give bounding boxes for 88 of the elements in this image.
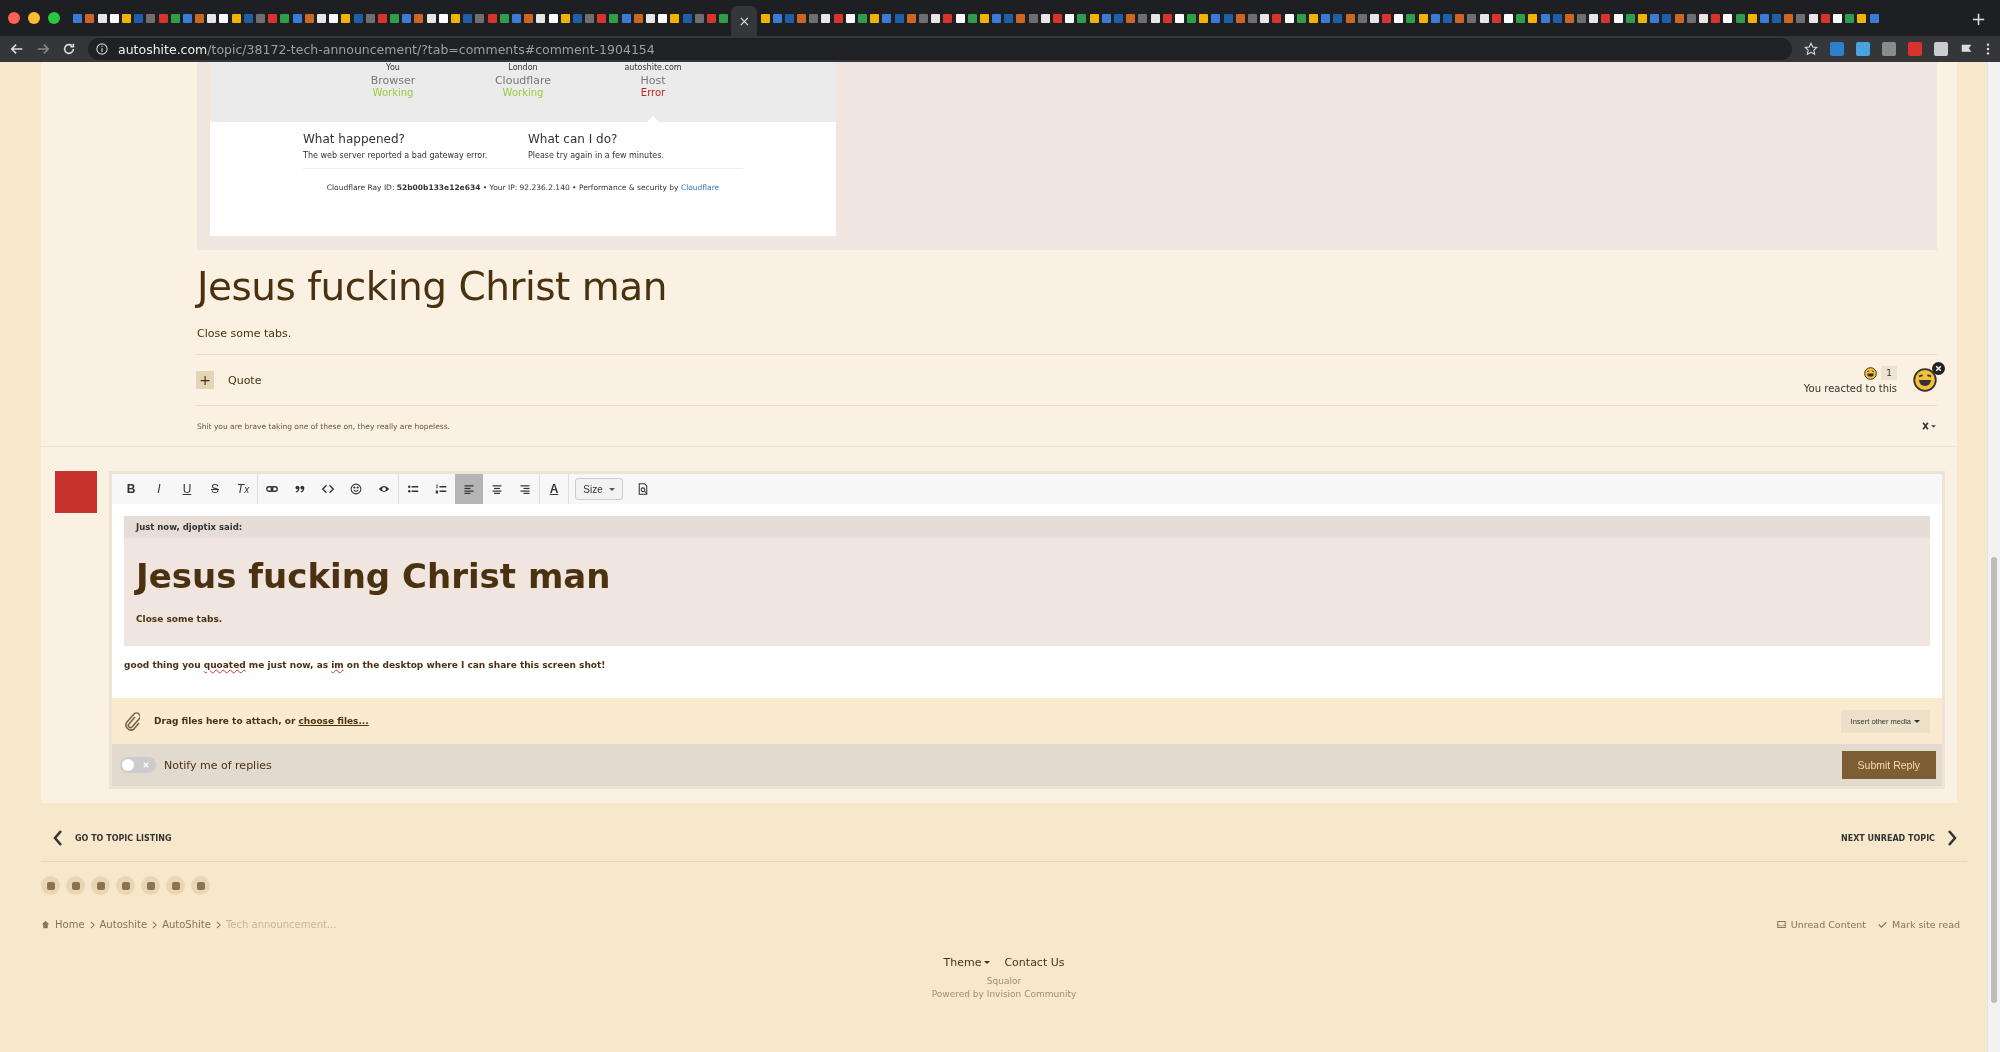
eye-icon (378, 483, 390, 495)
emoji-icon (350, 483, 362, 495)
color-button[interactable]: A (540, 474, 568, 504)
notify-toggle[interactable] (120, 757, 156, 773)
new-tab-button[interactable]: + (1964, 7, 1992, 29)
checkmark-icon (1877, 920, 1887, 929)
go-to-topic-listing-link[interactable]: GO TO TOPIC LISTING (53, 829, 172, 847)
info-icon[interactable] (96, 43, 108, 55)
remove-reaction-icon[interactable] (1932, 362, 1945, 375)
unread-content-link[interactable]: Unread Content (1790, 919, 1866, 930)
node-location: London (508, 63, 538, 72)
minimize-window-icon[interactable] (28, 12, 40, 24)
caret-icon (1914, 719, 1920, 723)
node-location: You (386, 63, 400, 72)
node-location: autoshite.com (624, 63, 682, 72)
align-left-icon (463, 483, 475, 495)
forward-arrow-icon[interactable] (36, 42, 50, 56)
laughing-emoji-icon (1864, 366, 1878, 380)
reply-text[interactable]: good thing you quoated me just now, as im on the desktop where I can share this screen shot! (124, 660, 1930, 670)
italic-button[interactable]: I (145, 474, 173, 504)
post-heading: Jesus fucking Christ man (197, 264, 668, 309)
quote-button[interactable]: + Quote (196, 371, 262, 389)
section-heading: What happened? (303, 132, 406, 146)
close-dropdown-icon[interactable] (1922, 422, 1937, 430)
breadcrumb-link[interactable]: Home (55, 919, 85, 930)
menu-icon[interactable] (1986, 42, 1990, 56)
node-name: Host (640, 74, 666, 87)
breadcrumb-link[interactable]: Autoshite (99, 919, 148, 930)
active-tab[interactable]: × (731, 6, 758, 36)
quote-icon (294, 483, 306, 495)
powered-by-text: Powered by Invision Community (931, 989, 1077, 999)
node-status: Working (502, 87, 544, 98)
align-left-button[interactable] (455, 474, 483, 504)
node-status: Error (640, 87, 666, 98)
chevron-icon (89, 920, 95, 929)
quote-text: Close some tabs. (135, 613, 224, 626)
quote-header: Just now, djoptix said: (124, 516, 1930, 538)
bold-button[interactable]: B (117, 474, 145, 504)
quote-heading: Jesus fucking Christ man (133, 555, 612, 596)
contact-us-link[interactable]: Contact Us (1004, 956, 1065, 969)
code-icon (322, 483, 334, 495)
chevron-left-icon (53, 829, 63, 847)
next-unread-topic-link[interactable]: NEXT UNREAD TOPIC (1841, 829, 1957, 847)
inbox-icon (1776, 920, 1786, 929)
close-icon (143, 762, 149, 768)
reaction-note: You reacted to this (1803, 383, 1897, 394)
chevron-icon (152, 920, 158, 929)
tab-close-button[interactable]: × (738, 13, 751, 29)
caret-icon (608, 487, 615, 491)
back-arrow-icon[interactable] (10, 42, 24, 56)
section-text: The web server reported a bad gateway error. (303, 151, 489, 160)
attach-hint: Drag files here to attach, or choose files... (154, 716, 370, 726)
bookmark-star-icon[interactable] (1804, 42, 1818, 56)
bullets-icon (407, 483, 419, 495)
caret-icon (984, 961, 991, 964)
node-status: Working (372, 87, 414, 98)
breadcrumb-link[interactable]: AutoShite (162, 919, 211, 930)
maximize-window-icon[interactable] (48, 12, 60, 24)
submit-reply-button[interactable]: Submit Reply (1841, 751, 1936, 779)
avatar-photo-placeholder (55, 471, 97, 513)
chevron-icon (215, 920, 221, 929)
strike-button[interactable]: S (201, 474, 229, 504)
close-window-icon[interactable] (8, 12, 20, 24)
link-icon (266, 483, 278, 495)
node-name: Cloudflare (494, 74, 552, 87)
theme-name: Squalor (986, 976, 1022, 986)
choose-files-link[interactable]: choose files... (298, 716, 369, 726)
post-text: Close some tabs. (197, 327, 293, 340)
notify-label: Notify me of replies (164, 758, 273, 772)
theme-menu-link[interactable]: Theme (943, 956, 991, 969)
mark-site-read-link[interactable]: Mark site read (1891, 919, 1960, 930)
paperclip-icon (124, 711, 140, 731)
reload-icon[interactable] (62, 42, 76, 56)
numbers-icon (435, 483, 447, 495)
reaction-count: 1 (1881, 366, 1897, 380)
address-field[interactable]: autoshite.com/topic/38172-tech-announcement/?tab=comments#comment-1904154 (88, 38, 1792, 60)
node-name: Browser (370, 74, 416, 87)
align-right-icon (519, 483, 531, 495)
section-text: Please try again in a few minutes. (528, 151, 665, 160)
size-dropdown[interactable]: Size (575, 478, 623, 500)
scrollbar-thumb[interactable] (1991, 557, 1997, 1003)
section-heading: What can I do? (528, 132, 619, 146)
home-icon (41, 920, 50, 929)
align-center-icon (491, 483, 503, 495)
laughing-emoji-icon[interactable] (1913, 368, 1937, 392)
chevron-right-icon (1947, 829, 1957, 847)
underline-button[interactable]: U (173, 474, 201, 504)
preview-icon (637, 483, 649, 495)
